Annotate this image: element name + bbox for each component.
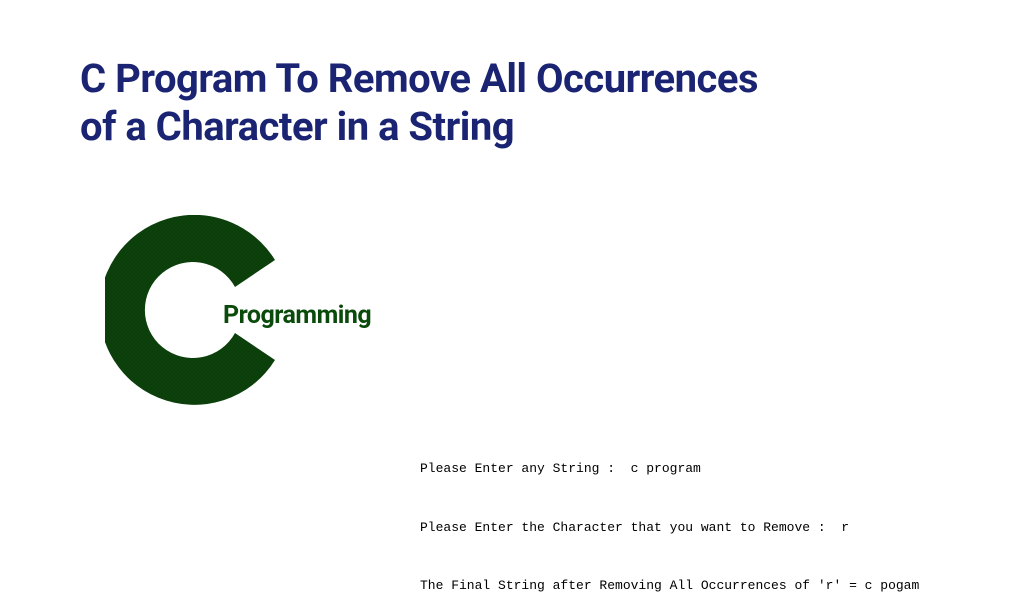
output-line-3: The Final String after Removing All Occu… (420, 576, 919, 596)
page-title: C Program To Remove All Occurrencesof a … (80, 55, 758, 151)
output-line-2: Please Enter the Character that you want… (420, 518, 919, 538)
c-programming-logo: Programming (105, 215, 345, 405)
logo-text: Programming (223, 301, 371, 330)
output-line-1: Please Enter any String : c program (420, 459, 919, 479)
program-output: Please Enter any String : c program Plea… (420, 420, 919, 615)
